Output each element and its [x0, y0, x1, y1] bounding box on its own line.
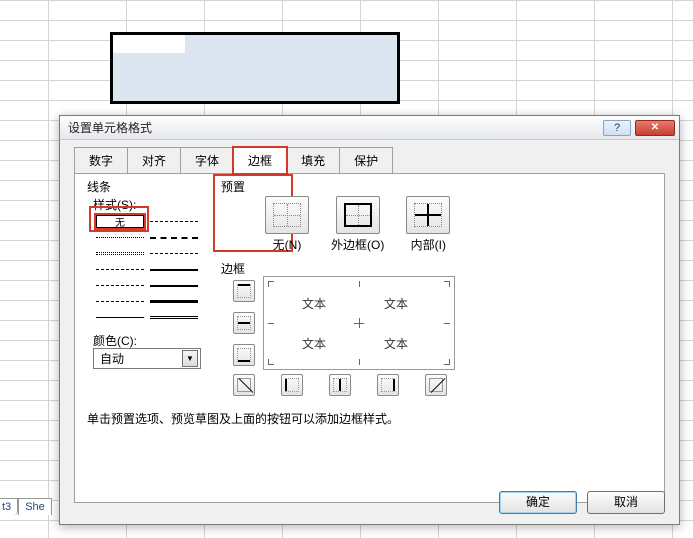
line-group-label: 线条 [85, 180, 113, 194]
line-style-4[interactable] [96, 279, 144, 292]
tab-border[interactable]: 边框 [233, 147, 287, 174]
dialog-titlebar: 设置单元格格式 ? ✕ [60, 116, 679, 140]
preset-outline-icon [344, 203, 372, 227]
tab-protection[interactable]: 保护 [339, 147, 393, 174]
border-left-icon [285, 378, 299, 392]
help-button[interactable]: ? [603, 120, 631, 136]
preset-row: 无(N) 外边框(O) 内部(I) [265, 196, 450, 253]
chevron-down-icon[interactable]: ▼ [182, 350, 198, 367]
tab-number[interactable]: 数字 [74, 147, 128, 174]
tab-font[interactable]: 字体 [180, 147, 234, 174]
line-style-12[interactable] [150, 295, 198, 308]
line-style-7[interactable] [150, 215, 198, 228]
border-tab-page: 线条 样式(S): 无 颜色(C): 自动 ▼ 预置 [74, 173, 665, 503]
cancel-button[interactable]: 取消 [587, 491, 665, 514]
color-label: 颜色(C): [93, 332, 137, 349]
tab-strip: 数字 对齐 字体 边框 填充 保护 [60, 140, 679, 173]
close-button[interactable]: ✕ [635, 120, 675, 136]
preset-inside: 内部(I) [406, 196, 450, 253]
line-style-1[interactable] [96, 231, 144, 244]
preset-none-button[interactable] [265, 196, 309, 234]
line-style-5[interactable] [96, 295, 144, 308]
line-style-13[interactable] [150, 311, 198, 324]
line-style-11[interactable] [150, 279, 198, 292]
hint-text: 单击预置选项、预览草图及上面的按钮可以添加边框样式。 [87, 410, 399, 427]
line-style-8[interactable] [150, 231, 198, 244]
line-style-6[interactable] [96, 311, 144, 324]
preset-group-label: 预置 [221, 178, 245, 195]
preview-text-tr: 文本 [384, 295, 408, 312]
border-side-row [233, 374, 447, 396]
border-hmiddle-icon [237, 316, 251, 330]
border-right-button[interactable] [377, 374, 399, 396]
border-side-column [233, 280, 255, 366]
border-bottom-icon [237, 348, 251, 362]
border-left-button[interactable] [281, 374, 303, 396]
line-style-list[interactable]: 无 [93, 212, 201, 322]
line-style-10[interactable] [150, 263, 198, 276]
border-diag-down-button[interactable] [425, 374, 447, 396]
sheet-tab-partial[interactable]: t3 [0, 498, 18, 515]
preset-inside-label: 内部(I) [411, 236, 446, 253]
border-preview[interactable]: 文本 文本 文本 文本 [263, 276, 455, 370]
preset-inside-icon [414, 203, 442, 227]
preview-text-bl: 文本 [302, 335, 326, 352]
ok-button[interactable]: 确定 [499, 491, 577, 514]
preset-outline-button[interactable] [336, 196, 380, 234]
preview-text-tl: 文本 [302, 295, 326, 312]
tab-fill[interactable]: 填充 [286, 147, 340, 174]
preset-none-icon [273, 203, 301, 227]
preset-inside-button[interactable] [406, 196, 450, 234]
border-top-icon [237, 284, 251, 298]
border-diag-down-icon [429, 378, 443, 392]
line-style-3[interactable] [96, 263, 144, 276]
preview-text-br: 文本 [384, 335, 408, 352]
border-diag-up-button[interactable] [233, 374, 255, 396]
dialog-title: 设置单元格格式 [68, 119, 152, 136]
line-color-select[interactable]: 自动 ▼ [93, 348, 201, 369]
border-group-label: 边框 [221, 260, 245, 277]
sheet-tab-next[interactable]: She [18, 498, 52, 515]
tab-alignment[interactable]: 对齐 [127, 147, 181, 174]
line-style-9[interactable] [150, 247, 198, 260]
preset-none: 无(N) [265, 196, 309, 253]
line-group: 线条 [85, 178, 215, 195]
format-cells-dialog: 设置单元格格式 ? ✕ 数字 对齐 字体 边框 填充 保护 线条 样式(S): … [59, 115, 680, 525]
line-style-2[interactable] [96, 247, 144, 260]
border-bottom-button[interactable] [233, 344, 255, 366]
border-vmiddle-button[interactable] [329, 374, 351, 396]
preset-none-label: 无(N) [273, 236, 302, 253]
line-color-value: 自动 [100, 350, 124, 367]
preset-outline: 外边框(O) [331, 196, 384, 253]
border-top-button[interactable] [233, 280, 255, 302]
preset-outline-label: 外边框(O) [331, 236, 384, 253]
sheet-tab-bar: t3 She [0, 496, 52, 516]
border-diag-up-icon [237, 378, 251, 392]
style-label: 样式(S): [93, 196, 136, 213]
dialog-button-row: 确定 取消 [499, 491, 665, 514]
active-cell [113, 35, 185, 53]
border-hmiddle-button[interactable] [233, 312, 255, 334]
cell-selection [110, 32, 400, 104]
border-right-icon [381, 378, 395, 392]
line-style-none[interactable]: 无 [96, 215, 144, 228]
border-vmiddle-icon [333, 378, 347, 392]
